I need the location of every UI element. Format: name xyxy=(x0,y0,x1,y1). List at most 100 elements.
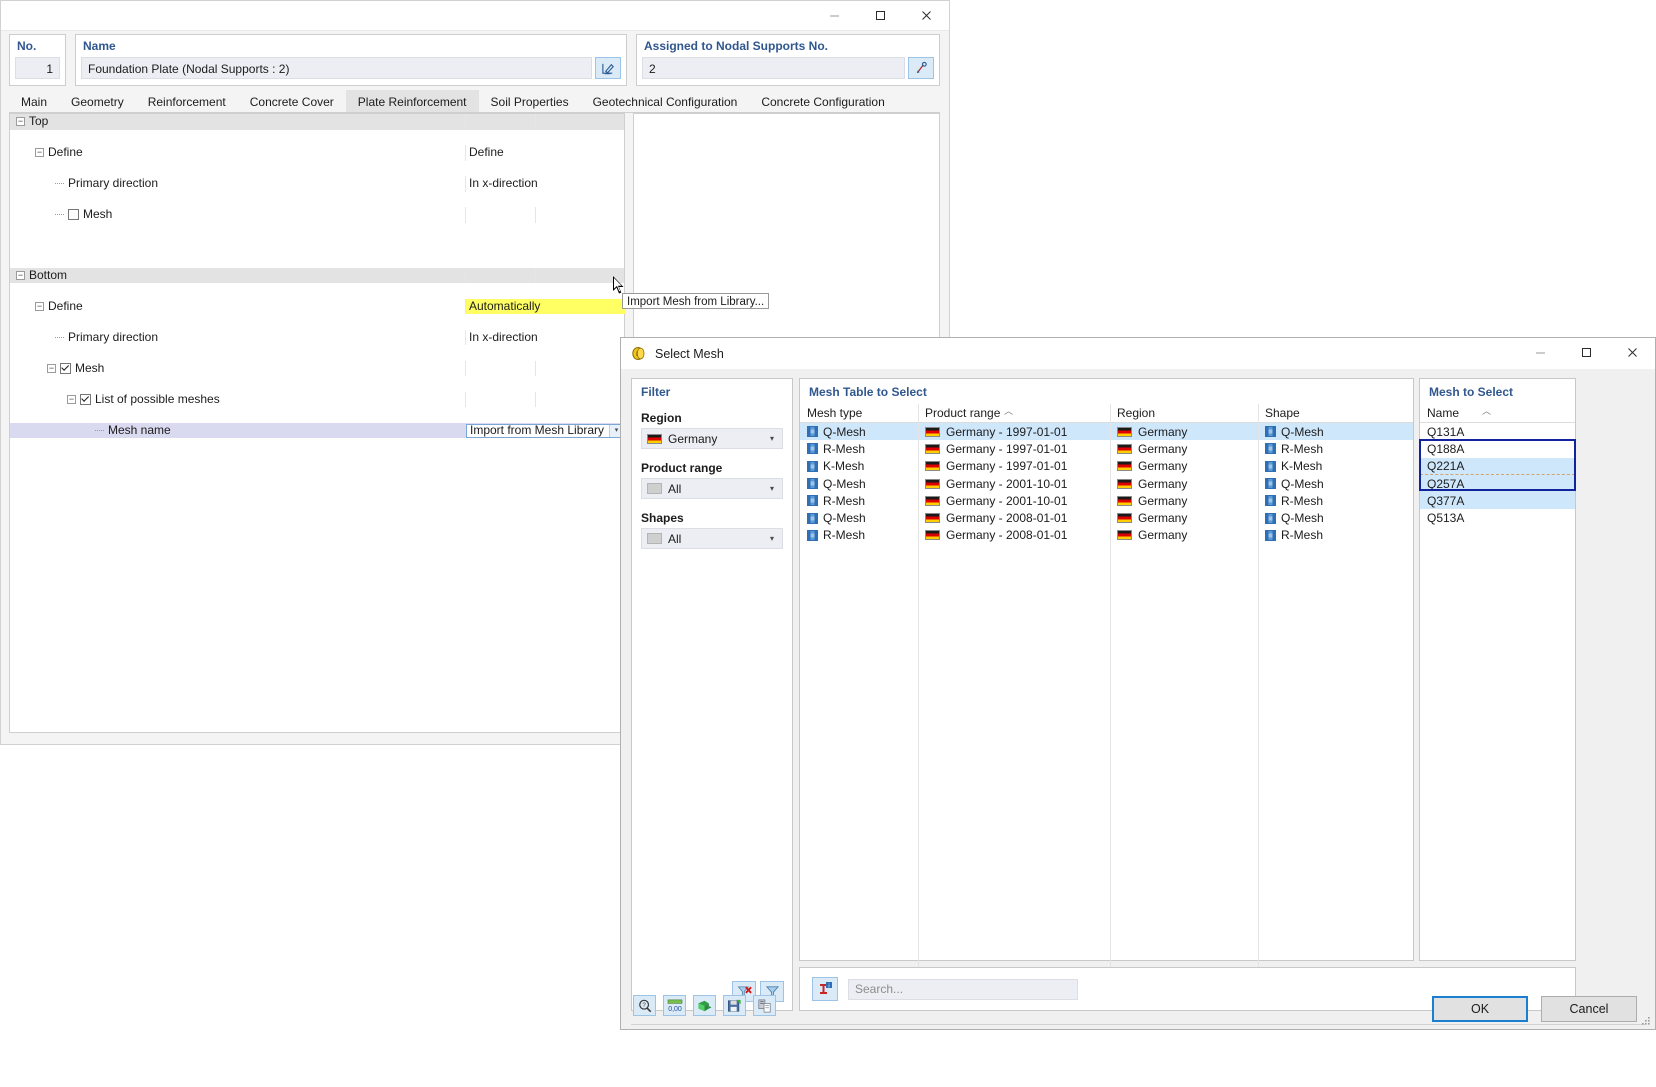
mesh-name-value: Q377A xyxy=(1427,493,1465,508)
help-magnifier-icon[interactable]: ? xyxy=(633,995,656,1016)
tree-connector-icon xyxy=(55,336,64,338)
tree-row-bottom-primary-direction[interactable]: Primary direction In x-direction xyxy=(10,329,626,345)
cell-region: Germany xyxy=(1138,493,1188,508)
mesh-to-select-header: Name ︿ xyxy=(1420,404,1575,423)
product-range-combobox[interactable]: All ▾ xyxy=(641,478,783,499)
germany-flag-icon xyxy=(1117,426,1132,437)
tree-label-top-define: Define xyxy=(48,145,83,160)
number-format-icon[interactable]: 0,00 xyxy=(663,995,686,1016)
sort-ascending-icon: ︿ xyxy=(1482,406,1492,416)
table-row[interactable]: Q-Mesh Germany - 2001-10-01 Germany Q-Me… xyxy=(800,475,1413,492)
tab-concrete-cover[interactable]: Concrete Cover xyxy=(237,90,346,112)
tree-row-bottom-define[interactable]: − Define Automatically xyxy=(10,298,626,314)
collapse-icon[interactable]: − xyxy=(16,270,25,280)
mesh-table-title: Mesh Table to Select xyxy=(809,385,927,399)
table-row[interactable]: R-Mesh Germany - 2001-10-01 Germany R-Me… xyxy=(800,492,1413,509)
cell-shape: Q-Mesh xyxy=(1281,511,1324,526)
tab-concrete-configuration[interactable]: Concrete Configuration xyxy=(749,90,897,112)
info-object-icon[interactable]: i xyxy=(812,977,838,1001)
column-header-mesh-type[interactable]: Mesh type xyxy=(800,406,918,420)
cell-region: Germany xyxy=(1138,476,1188,491)
region-label: Region xyxy=(641,411,682,425)
region-combobox-value: Germany xyxy=(668,431,718,446)
column-header-product-range[interactable]: Product range ︿ xyxy=(918,406,1110,420)
table-row[interactable]: R-Mesh Germany - 1997-01-01 Germany R-Me… xyxy=(800,440,1413,457)
tab-main[interactable]: Main xyxy=(9,90,60,112)
tree-label-top: Top xyxy=(29,114,49,129)
collapse-icon[interactable]: − xyxy=(67,394,76,404)
collapse-icon[interactable]: − xyxy=(35,148,44,158)
dialog-close-icon[interactable] xyxy=(1609,338,1655,367)
close-icon[interactable] xyxy=(903,1,949,30)
checkbox-bottom-mesh[interactable] xyxy=(60,362,71,374)
tree-label-bottom-primary: Primary direction xyxy=(68,329,159,344)
table-row[interactable]: R-Mesh Germany - 2008-01-01 Germany R-Me… xyxy=(800,527,1413,544)
list-item[interactable]: Q513A xyxy=(1420,509,1575,526)
tree-group-bottom[interactable]: − Bottom xyxy=(10,267,624,283)
column-header-shape[interactable]: Shape xyxy=(1258,406,1408,420)
germany-flag-icon xyxy=(925,495,940,506)
chevron-down-icon[interactable]: ▾ xyxy=(762,429,782,448)
tab-geometry[interactable]: Geometry xyxy=(59,90,136,112)
tab-soil-properties[interactable]: Soil Properties xyxy=(478,90,581,112)
germany-flag-icon xyxy=(925,443,940,454)
tree-row-bottom-mesh[interactable]: − Mesh xyxy=(10,360,624,376)
tree-row-top-define[interactable]: − Define Define xyxy=(10,145,624,161)
ok-button[interactable]: OK xyxy=(1432,996,1528,1022)
maximize-icon[interactable] xyxy=(857,1,903,30)
list-item[interactable]: Q377A xyxy=(1420,492,1575,510)
tree-value-top-primary[interactable]: In x-direction xyxy=(465,176,626,192)
tree-row-list-of-possible-meshes[interactable]: − List of possible meshes xyxy=(10,391,624,407)
assigned-input[interactable]: 2 xyxy=(642,57,905,79)
save-icon[interactable] xyxy=(723,995,746,1016)
tree-label-bottom-define: Define xyxy=(48,298,83,313)
pick-object-icon[interactable] xyxy=(908,57,934,79)
table-row[interactable]: Q-Mesh Germany - 2008-01-01 Germany Q-Me… xyxy=(800,509,1413,526)
minimize-icon[interactable] xyxy=(811,1,857,30)
resize-grip-icon[interactable] xyxy=(1640,1015,1651,1026)
collapse-icon[interactable]: − xyxy=(47,363,56,373)
tree-row-top-mesh[interactable]: Mesh xyxy=(10,207,624,223)
collapse-icon[interactable]: − xyxy=(16,117,25,127)
tab-geotechnical-configuration[interactable]: Geotechnical Configuration xyxy=(580,90,750,112)
column-header-region[interactable]: Region xyxy=(1110,406,1258,420)
region-combobox[interactable]: Germany ▾ xyxy=(641,428,783,449)
germany-flag-icon xyxy=(925,426,940,437)
search-input[interactable]: Search... xyxy=(848,978,1078,1000)
assigned-field-group: Assigned to Nodal Supports No. 2 xyxy=(636,34,940,86)
mesh-name-combobox[interactable]: Import from Mesh Library ▾ xyxy=(466,423,624,438)
edit-pencil-icon[interactable] xyxy=(595,57,621,79)
tree-value-bottom-primary[interactable]: In x-direction xyxy=(465,329,626,345)
cancel-button[interactable]: Cancel xyxy=(1541,996,1637,1022)
no-input[interactable]: 1 xyxy=(15,57,60,79)
copy-icon[interactable] xyxy=(753,995,776,1016)
tab-plate-reinforcement[interactable]: Plate Reinforcement xyxy=(345,90,479,112)
cell-product-range: Germany - 2001-10-01 xyxy=(946,476,1068,491)
export-icon[interactable] xyxy=(693,995,716,1016)
table-row[interactable]: K-Mesh Germany - 1997-01-01 Germany K-Me… xyxy=(800,458,1413,475)
dialog-maximize-icon[interactable] xyxy=(1563,338,1609,367)
cell-shape: K-Mesh xyxy=(1281,459,1323,474)
tree-group-top[interactable]: − Top xyxy=(10,114,624,130)
table-row[interactable]: Q-Mesh Germany - 1997-01-01 Germany Q-Me… xyxy=(800,423,1413,441)
dialog-minimize-icon[interactable] xyxy=(1517,338,1563,367)
tree-row-top-primary-direction[interactable]: Primary direction In x-direction xyxy=(10,176,624,192)
chevron-down-icon[interactable]: ▾ xyxy=(762,529,782,548)
tree-value-top-define[interactable]: Define xyxy=(465,145,626,161)
cell-mesh-type: Q-Mesh xyxy=(823,424,866,439)
no-field-group: No. 1 xyxy=(9,34,66,86)
checkbox-top-mesh[interactable] xyxy=(68,209,79,221)
column-header-name[interactable]: Name ︿ xyxy=(1420,406,1570,420)
tree-row-mesh-name[interactable]: Mesh name Import from Mesh Library ▾ xyxy=(10,422,624,438)
tab-reinforcement[interactable]: Reinforcement xyxy=(135,90,238,112)
tree-value-bottom-define[interactable]: Automatically xyxy=(465,298,626,314)
mesh-to-select-title: Mesh to Select xyxy=(1429,385,1514,399)
mesh-type-icon xyxy=(807,512,818,524)
column-header-product-range-label: Product range xyxy=(925,406,1001,420)
chevron-down-icon[interactable]: ▾ xyxy=(762,479,782,498)
checkbox-list-of-possible-meshes[interactable] xyxy=(80,393,91,405)
shapes-combobox[interactable]: All ▾ xyxy=(641,528,783,549)
collapse-icon[interactable]: − xyxy=(35,301,44,311)
mesh-name-value: Q513A xyxy=(1427,511,1465,526)
name-input[interactable]: Foundation Plate (Nodal Supports : 2) xyxy=(81,57,592,79)
